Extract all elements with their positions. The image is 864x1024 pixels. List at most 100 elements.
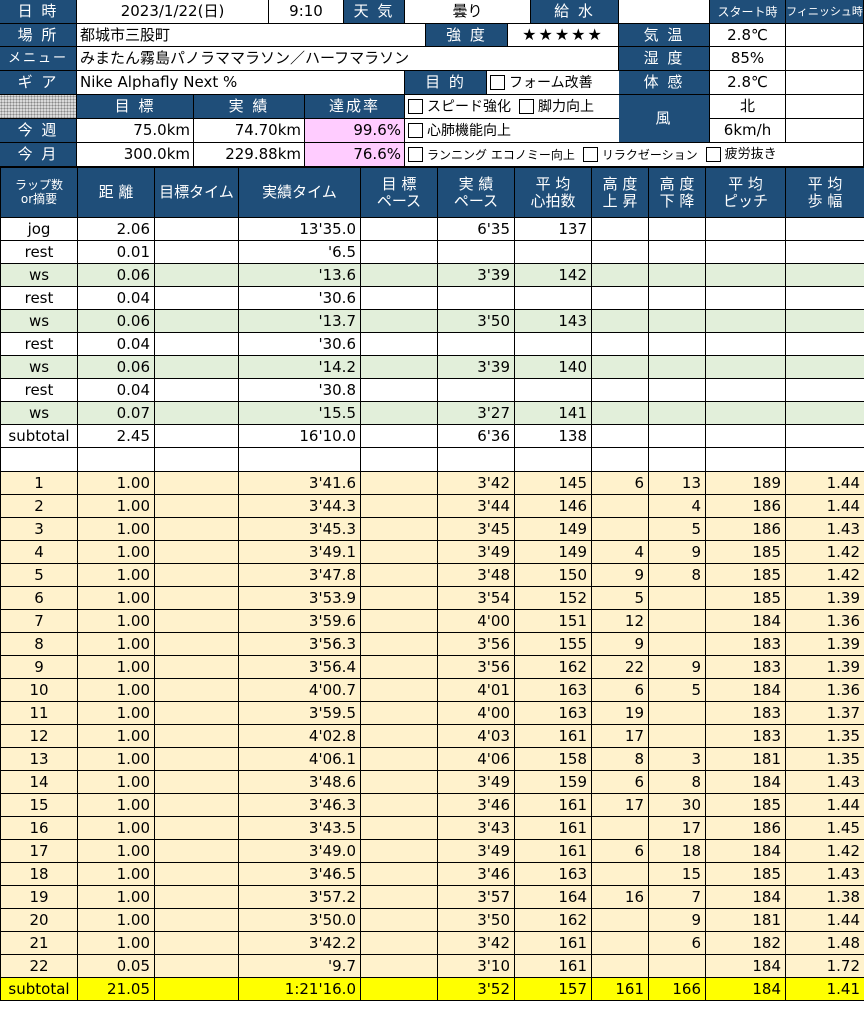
table-cell[interactable]: 161	[514, 839, 592, 863]
table-cell[interactable]: '30.6	[238, 332, 361, 356]
table-cell[interactable]: 3'47.8	[238, 563, 361, 587]
table-cell[interactable]	[360, 609, 438, 633]
menu-value[interactable]: みまたん霧島パノラママラソン／ハーフマラソン	[77, 47, 619, 71]
table-cell[interactable]: 0.06	[77, 263, 155, 287]
table-cell[interactable]: 3'50.0	[238, 908, 361, 932]
table-cell[interactable]: 4'06.1	[238, 747, 361, 771]
table-cell[interactable]	[154, 678, 239, 702]
table-cell[interactable]	[154, 862, 239, 886]
table-cell[interactable]: 13	[0, 747, 78, 771]
table-cell[interactable]: 184	[705, 609, 786, 633]
table-cell[interactable]	[785, 332, 864, 356]
table-cell[interactable]: 1.72	[785, 954, 864, 978]
wind-direction[interactable]: 北	[710, 95, 786, 119]
table-cell[interactable]	[360, 632, 438, 656]
table-cell[interactable]: 3'56	[437, 632, 515, 656]
table-cell[interactable]	[360, 471, 438, 495]
table-cell[interactable]	[154, 793, 239, 817]
table-cell[interactable]: 185	[705, 586, 786, 610]
table-cell[interactable]: 16'10.0	[238, 424, 361, 448]
table-cell[interactable]	[360, 747, 438, 771]
table-cell[interactable]: 7	[648, 885, 706, 909]
table-cell[interactable]: 1.00	[77, 908, 155, 932]
table-cell[interactable]: '15.5	[238, 401, 361, 425]
table-cell[interactable]: 184	[705, 885, 786, 909]
table-cell[interactable]: 151	[514, 609, 592, 633]
table-cell[interactable]	[648, 701, 706, 725]
table-cell[interactable]: 163	[514, 701, 592, 725]
table-cell[interactable]: 183	[705, 632, 786, 656]
table-cell[interactable]: 1.42	[785, 563, 864, 587]
table-cell[interactable]: 1.00	[77, 701, 155, 725]
table-cell[interactable]: 152	[514, 586, 592, 610]
table-cell[interactable]: 8	[0, 632, 78, 656]
table-cell[interactable]	[360, 839, 438, 863]
table-cell[interactable]: 3'57.2	[238, 885, 361, 909]
table-cell[interactable]	[360, 908, 438, 932]
table-cell[interactable]: 16	[591, 885, 649, 909]
table-cell[interactable]	[591, 424, 649, 448]
table-cell[interactable]: 12	[0, 724, 78, 748]
table-cell[interactable]: 15	[0, 793, 78, 817]
table-cell[interactable]: 161	[514, 954, 592, 978]
table-cell[interactable]: 0.04	[77, 378, 155, 402]
table-cell[interactable]	[360, 355, 438, 379]
checkbox-icon[interactable]	[408, 123, 423, 138]
table-cell[interactable]: 3'53.9	[238, 586, 361, 610]
table-cell[interactable]: 1.00	[77, 793, 155, 817]
table-cell[interactable]: 3'10	[437, 954, 515, 978]
table-cell[interactable]	[591, 954, 649, 978]
table-cell[interactable]: 3'50	[437, 309, 515, 333]
table-cell[interactable]: 163	[514, 678, 592, 702]
table-cell[interactable]	[591, 240, 649, 264]
table-cell[interactable]: 1.00	[77, 885, 155, 909]
table-cell[interactable]: 3'52	[437, 977, 515, 1001]
table-cell[interactable]: 4'01	[437, 678, 515, 702]
table-cell[interactable]	[648, 632, 706, 656]
table-cell[interactable]: '6.5	[238, 240, 361, 264]
table-cell[interactable]: 3'49	[437, 540, 515, 564]
table-cell[interactable]: 18	[0, 862, 78, 886]
checkbox-icon[interactable]	[408, 99, 423, 114]
table-cell[interactable]: 146	[514, 494, 592, 518]
table-cell[interactable]: 4'00	[437, 609, 515, 633]
water-value[interactable]	[619, 0, 710, 24]
table-cell[interactable]: 183	[705, 724, 786, 748]
table-cell[interactable]: 3'46.3	[238, 793, 361, 817]
table-cell[interactable]	[591, 217, 649, 241]
table-cell[interactable]	[785, 217, 864, 241]
table-cell[interactable]: 1.43	[785, 517, 864, 541]
table-cell[interactable]	[360, 770, 438, 794]
table-cell[interactable]: 1.00	[77, 862, 155, 886]
table-cell[interactable]	[591, 332, 649, 356]
table-cell[interactable]: 3'46.5	[238, 862, 361, 886]
table-cell[interactable]	[591, 286, 649, 310]
table-cell[interactable]	[154, 816, 239, 840]
table-cell[interactable]: 163	[514, 862, 592, 886]
table-cell[interactable]	[648, 724, 706, 748]
table-cell[interactable]	[360, 401, 438, 425]
table-cell[interactable]	[154, 839, 239, 863]
table-cell[interactable]	[648, 240, 706, 264]
table-cell[interactable]	[705, 378, 786, 402]
table-cell[interactable]: 141	[514, 401, 592, 425]
table-cell[interactable]	[154, 355, 239, 379]
table-cell[interactable]: 4	[591, 540, 649, 564]
table-cell[interactable]: 18	[648, 839, 706, 863]
table-cell[interactable]: 8	[648, 770, 706, 794]
table-cell[interactable]	[360, 655, 438, 679]
table-cell[interactable]	[648, 447, 706, 472]
table-cell[interactable]: 3'54	[437, 586, 515, 610]
checkbox-icon[interactable]	[705, 147, 721, 162]
table-cell[interactable]	[360, 977, 438, 1001]
table-cell[interactable]	[648, 586, 706, 610]
table-cell[interactable]: 21	[0, 931, 78, 955]
table-cell[interactable]: 3'49	[437, 770, 515, 794]
table-cell[interactable]: 1.41	[785, 977, 864, 1001]
table-cell[interactable]: 1.00	[77, 655, 155, 679]
table-cell[interactable]: 2.45	[77, 424, 155, 448]
table-cell[interactable]: 1.37	[785, 701, 864, 725]
table-cell[interactable]: 1.38	[785, 885, 864, 909]
table-cell[interactable]	[785, 401, 864, 425]
table-cell[interactable]	[437, 447, 515, 472]
